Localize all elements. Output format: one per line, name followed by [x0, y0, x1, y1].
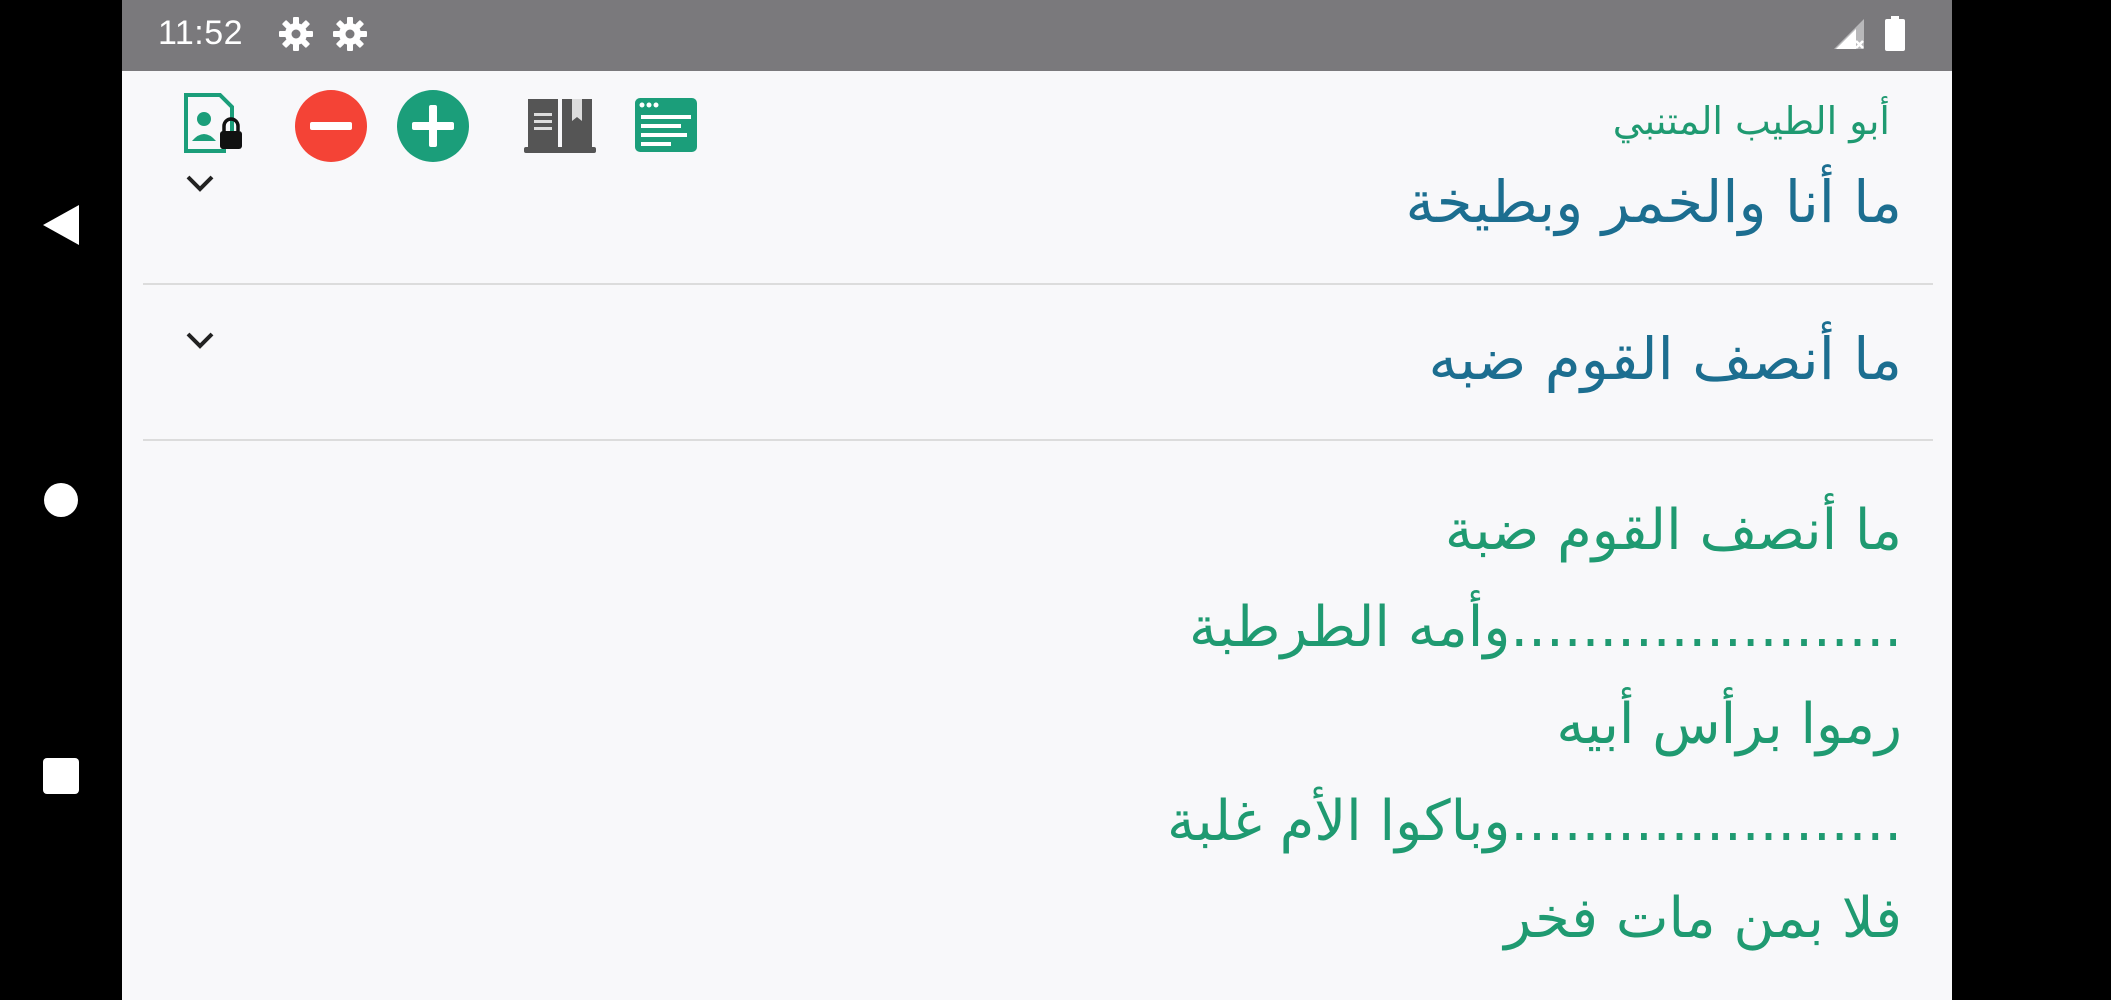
poem-line: ما أنصف القوم ضبة — [1444, 498, 1902, 563]
chevron-down-icon — [186, 332, 214, 349]
zoom-in-button[interactable] — [396, 89, 470, 163]
home-icon — [44, 483, 78, 517]
status-bar: 11:52 — [122, 0, 1952, 71]
back-button[interactable] — [0, 190, 122, 260]
back-icon — [43, 205, 79, 245]
divider — [143, 439, 1933, 441]
poet-name: أبو الطيب المتنبي — [1612, 99, 1890, 143]
toolbar: أبو الطيب المتنبي — [122, 71, 1952, 181]
status-right-icons — [1832, 16, 1906, 52]
lock-profile-icon — [184, 93, 242, 153]
chevron-down-icon — [186, 175, 214, 192]
navigation-bar — [0, 0, 122, 1000]
expand-button[interactable] — [180, 325, 220, 355]
plus-icon — [397, 90, 469, 162]
home-button[interactable] — [0, 465, 122, 535]
poem-line: ......................وباكوا الأم غلبة — [1167, 789, 1902, 854]
poem-text: ما أنصف القوم ضبة ......................… — [402, 482, 1902, 967]
app-screen: 11:52 أبو الطيب المتنبي ما أنا والخمر وب… — [122, 0, 1952, 1000]
window-button[interactable] — [634, 97, 698, 153]
poem-line: فلا بمن مات فخر — [1504, 886, 1902, 951]
poem-line: ......................وأمه الطرطبة — [1189, 595, 1902, 660]
divider — [143, 283, 1933, 285]
list-item-title: ما أنا والخمر وبطيخة — [1405, 168, 1902, 236]
browser-window-icon — [635, 98, 697, 152]
battery-icon — [1885, 16, 1905, 51]
status-time: 11:52 — [158, 14, 244, 52]
recents-icon — [43, 758, 79, 794]
poem-line: رموا برأس أبيه — [1556, 692, 1902, 757]
expand-button[interactable] — [180, 168, 220, 198]
gear-icon — [279, 17, 313, 51]
device-frame: 11:52 أبو الطيب المتنبي ما أنا والخمر وب… — [0, 0, 2111, 1000]
list-item-title: ما أنصف القوم ضبه — [1428, 325, 1903, 393]
gear-icon — [333, 17, 367, 51]
lock-profile-button[interactable] — [180, 91, 246, 157]
recents-button[interactable] — [0, 741, 122, 811]
signal-icon — [1834, 19, 1864, 49]
book-icon — [524, 99, 596, 153]
minus-icon — [295, 90, 367, 162]
book-button[interactable] — [524, 93, 596, 155]
zoom-out-button[interactable] — [294, 89, 368, 163]
